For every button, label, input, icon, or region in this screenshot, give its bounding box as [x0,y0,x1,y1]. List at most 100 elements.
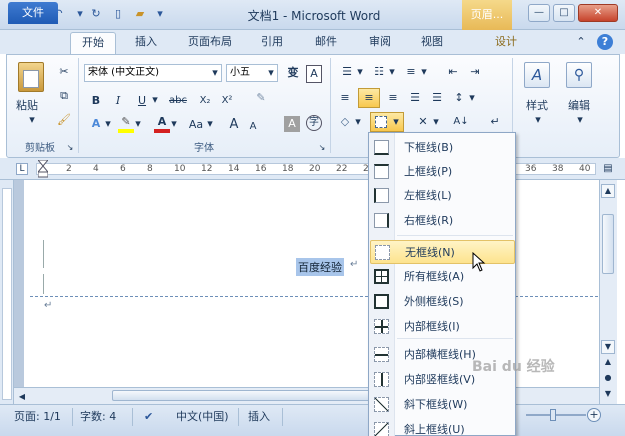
subscript-button[interactable]: X₂ [196,92,214,110]
tab-review[interactable]: 审阅 [362,32,398,54]
menu-item-left-border[interactable]: 左框线(L) [370,184,515,208]
scroll-up-icon[interactable]: ▲ [601,184,615,198]
minimize-ribbon-icon[interactable]: ⌃ [574,34,588,50]
editing-label[interactable]: 编辑 [564,97,594,113]
menu-item-bottom-border[interactable]: 下框线(B) [370,136,515,160]
paste-label[interactable]: 粘贴 [16,97,38,113]
shading-dropdown-icon[interactable]: ▾ [354,114,362,130]
zoom-slider-track[interactable] [526,414,586,416]
asian-layout-dropdown-icon[interactable]: ▾ [432,114,440,130]
text-effects-dropdown-icon[interactable]: ▾ [104,116,112,132]
customize-icon[interactable]: ▾ [152,6,168,22]
next-page-icon[interactable]: ▼ [601,388,615,402]
maximize-button[interactable]: □ [553,4,575,22]
font-color-dropdown-icon[interactable]: ▾ [170,116,178,132]
tab-home[interactable]: 开始 [70,32,116,54]
horizontal-scroll-thumb[interactable] [112,390,412,401]
tab-mailings[interactable]: 邮件 [308,32,344,54]
decrease-indent-icon[interactable]: ⇤ [444,64,462,80]
menu-item-inside-borders[interactable]: 内部框线(I) [370,315,515,339]
distributed-icon[interactable]: ☰ [428,90,446,106]
styles-label[interactable]: 样式 [522,97,552,113]
format-painter-icon[interactable]: 🖌 [56,112,72,128]
multilevel-dropdown-icon[interactable]: ▾ [420,64,428,80]
grow-font-button[interactable]: A [226,116,242,134]
bullets-dropdown-icon[interactable]: ▾ [356,64,364,80]
styles-dropdown-icon[interactable]: ▾ [532,112,544,128]
view-ruler-icon[interactable]: ▤ [599,161,617,177]
vertical-ruler-scale[interactable] [2,188,12,400]
menu-item-all-borders[interactable]: 所有框线(A) [370,265,515,289]
indent-marker[interactable] [36,159,50,178]
shrink-font-button[interactable]: A [246,118,260,136]
numbering-icon[interactable]: ☷ [370,64,388,80]
previous-page-icon[interactable]: ▲ [601,356,615,370]
change-case-button[interactable]: Aa [186,116,206,134]
dialog-launcher-icon[interactable]: ↘ [66,140,74,156]
tab-insert[interactable]: 插入 [128,32,164,54]
line-spacing-dropdown-icon[interactable]: ▾ [468,90,476,106]
show-marks-icon[interactable]: ↵ [486,114,504,130]
selected-text[interactable]: 百度经验 [296,258,344,276]
align-left-icon[interactable]: ≡ [336,90,354,106]
superscript-button[interactable]: X² [218,92,236,110]
cut-icon[interactable]: ✂ [56,64,72,80]
highlight-color-icon[interactable]: ✎ [118,114,134,130]
phonetic-guide-icon[interactable]: 变 [284,65,302,81]
line-spacing-icon[interactable]: ↕ [450,90,468,106]
strikethrough-button[interactable]: abc [166,92,190,110]
justify-icon[interactable]: ☰ [406,90,424,106]
redo-icon[interactable]: ↻ [88,6,104,22]
menu-item-diagonal-down-border[interactable]: 斜下框线(W) [370,393,515,417]
proofing-icon[interactable]: ✔ [144,410,153,424]
tab-references[interactable]: 引用 [254,32,290,54]
menu-item-right-border[interactable]: 右框线(R) [370,209,515,233]
numbering-dropdown-icon[interactable]: ▾ [388,64,396,80]
tab-design[interactable]: 设计 [488,32,524,54]
zoom-in-icon[interactable]: + [587,408,601,422]
menu-item-top-border[interactable]: 上框线(P) [370,160,515,184]
bold-button[interactable]: B [88,92,104,110]
shading-icon[interactable]: ◇ [336,114,354,130]
chevron-down-icon[interactable]: ▾ [72,6,88,22]
insert-mode[interactable]: 插入 [248,410,270,424]
menu-item-outside-borders[interactable]: 外侧框线(S) [370,290,515,314]
font-name-dropdown-icon[interactable]: ▾ [210,65,220,81]
align-center-icon[interactable]: ≡ [358,88,380,108]
asian-layout-icon[interactable]: ✕ [414,114,432,130]
close-button[interactable]: ✕ [578,4,618,22]
enclose-characters-icon[interactable]: 字 [306,115,322,131]
tab-file[interactable]: 文件 [8,2,58,24]
copy-icon[interactable]: ⧉ [56,88,72,104]
scroll-down-icon[interactable]: ▼ [601,340,615,354]
borders-dropdown-icon[interactable]: ▾ [391,114,401,130]
font-color-icon[interactable]: A [154,114,170,130]
character-border-icon[interactable]: A [306,65,322,83]
browse-object-icon[interactable]: ● [601,372,615,386]
bullets-icon[interactable]: ☰ [338,64,356,80]
underline-dropdown-icon[interactable]: ▾ [150,92,160,108]
underline-button[interactable]: U [134,92,150,110]
minimize-button[interactable]: — [528,4,550,22]
clear-formatting-icon[interactable]: ✎ [252,90,270,106]
font-dialog-launcher-icon[interactable]: ↘ [318,140,326,156]
change-case-dropdown-icon[interactable]: ▾ [206,116,214,132]
tab-view[interactable]: 视图 [414,32,450,54]
highlight-dropdown-icon[interactable]: ▾ [134,116,142,132]
language-status[interactable]: 中文(中国) [176,410,229,424]
font-size-dropdown-icon[interactable]: ▾ [266,65,276,81]
editing-dropdown-icon[interactable]: ▾ [574,112,586,128]
help-icon[interactable]: ? [597,34,613,50]
font-name-combo[interactable]: 宋体 (中文正文) [84,64,222,82]
menu-item-no-border[interactable]: 无框线(N) [370,240,515,264]
page-count[interactable]: 页面: 1/1 [14,410,61,424]
italic-button[interactable]: I [110,92,126,110]
align-right-icon[interactable]: ≡ [384,90,402,106]
tab-page-layout[interactable]: 页面布局 [182,32,238,54]
character-shading-icon[interactable]: A [284,116,300,132]
styles-icon[interactable]: A [524,62,550,88]
paste-dropdown-icon[interactable]: ▾ [26,112,38,128]
menu-item-diagonal-up-border[interactable]: 斜上框线(U) [370,418,515,436]
word-count[interactable]: 字数: 4 [80,410,116,424]
text-effects-icon[interactable]: A [88,116,104,132]
